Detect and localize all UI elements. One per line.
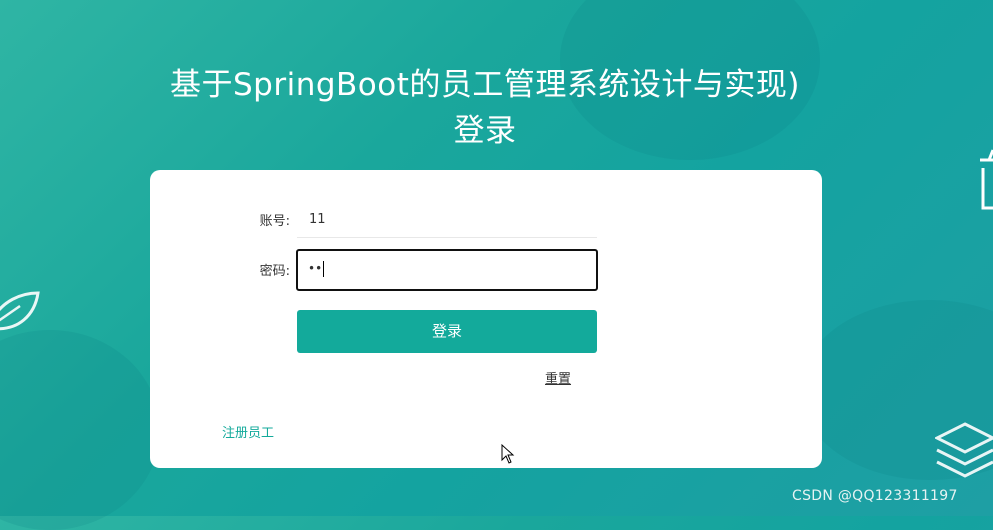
account-label: 账号:: [259, 214, 290, 229]
leaf-icon: [0, 268, 40, 343]
cup-icon: [975, 140, 993, 215]
watermark: CSDN @QQ123311197: [792, 488, 958, 504]
text-caret: [323, 261, 325, 277]
login-button[interactable]: 登录: [297, 310, 597, 353]
mouse-pointer-icon: [501, 443, 515, 464]
login-card: 账号: 11 密码: •• 登录 重置 注册员工: [150, 170, 822, 468]
layers-icon: [933, 420, 993, 490]
password-value: ••: [308, 261, 323, 276]
password-label: 密码:: [259, 264, 290, 279]
register-employee-link[interactable]: 注册员工: [222, 422, 274, 441]
password-input[interactable]: ••: [296, 249, 598, 291]
background-shape: [0, 330, 160, 530]
page-title: 基于SpringBoot的员工管理系统设计与实现)登录: [170, 67, 800, 149]
account-input[interactable]: 11: [297, 198, 597, 238]
account-value: 11: [309, 212, 326, 227]
reset-link[interactable]: 重置: [545, 368, 571, 387]
